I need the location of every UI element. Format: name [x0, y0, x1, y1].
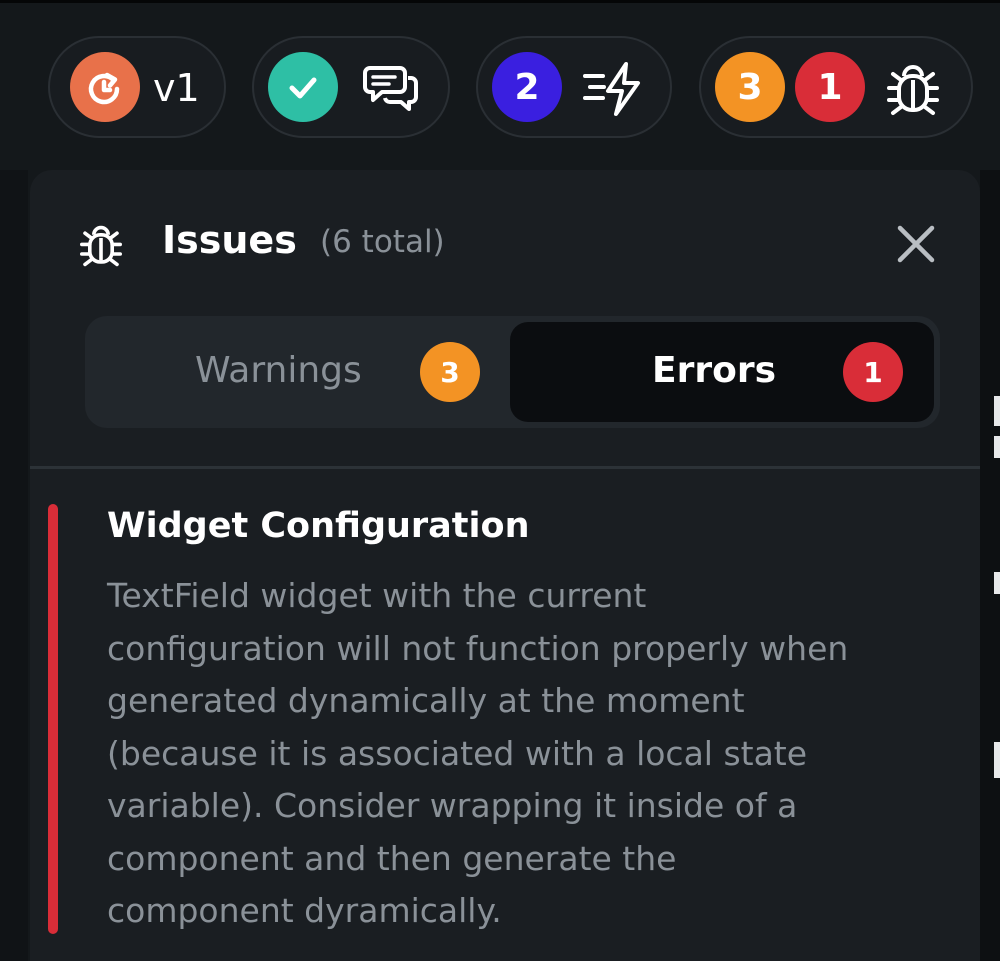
tasks-count: 2 [514, 66, 540, 108]
fast-lightning-icon [583, 62, 640, 116]
warnings-count-badge: 3 [715, 52, 785, 122]
panel-title: Issues [162, 218, 297, 262]
tab-errors-badge: 1 [843, 342, 903, 402]
check-icon [289, 77, 317, 99]
tasks-chip[interactable]: 2 [476, 36, 672, 138]
errors-count-badge: 1 [795, 52, 865, 122]
issue-tabs: Warnings 3 Errors 1 [85, 316, 940, 428]
version-badge [70, 52, 140, 122]
top-toolbar: v1 2 3 1 [0, 0, 1000, 170]
issues-panel: Issues (6 total) Warnings 3 Errors 1 Wid… [30, 170, 980, 961]
close-icon[interactable] [896, 224, 936, 264]
warnings-count: 3 [737, 66, 763, 108]
issues-total: (6 total) [320, 224, 445, 260]
tasks-count-badge: 2 [492, 52, 562, 122]
errors-count: 1 [817, 66, 843, 108]
issues-chip[interactable]: 3 1 [699, 36, 973, 138]
panel-divider [30, 466, 980, 469]
bug-icon [887, 64, 939, 115]
tab-warnings-label: Warnings [195, 350, 362, 391]
version-label: v1 [153, 66, 200, 110]
version-chip[interactable]: v1 [48, 36, 226, 138]
bug-icon [80, 225, 122, 267]
tab-errors-count: 1 [863, 355, 883, 389]
refresh-clock-icon [88, 72, 120, 105]
tab-errors[interactable]: Errors 1 [510, 322, 934, 422]
tab-errors-label: Errors [652, 350, 777, 391]
status-comments-chip[interactable] [252, 36, 450, 138]
status-ok-badge [268, 52, 338, 122]
right-edge-strip [980, 170, 1000, 961]
tab-warnings-badge: 3 [420, 342, 480, 402]
issue-title[interactable]: Widget Configuration [107, 506, 530, 546]
canvas-edge [0, 170, 28, 961]
error-indicator-bar [48, 504, 58, 934]
toolbar-top-border [0, 0, 1000, 3]
tab-warnings-count: 3 [440, 355, 460, 389]
chat-bubbles-icon [363, 66, 418, 111]
issue-description: TextField widget with the current config… [107, 576, 849, 930]
tab-warnings[interactable]: Warnings 3 [85, 316, 510, 428]
